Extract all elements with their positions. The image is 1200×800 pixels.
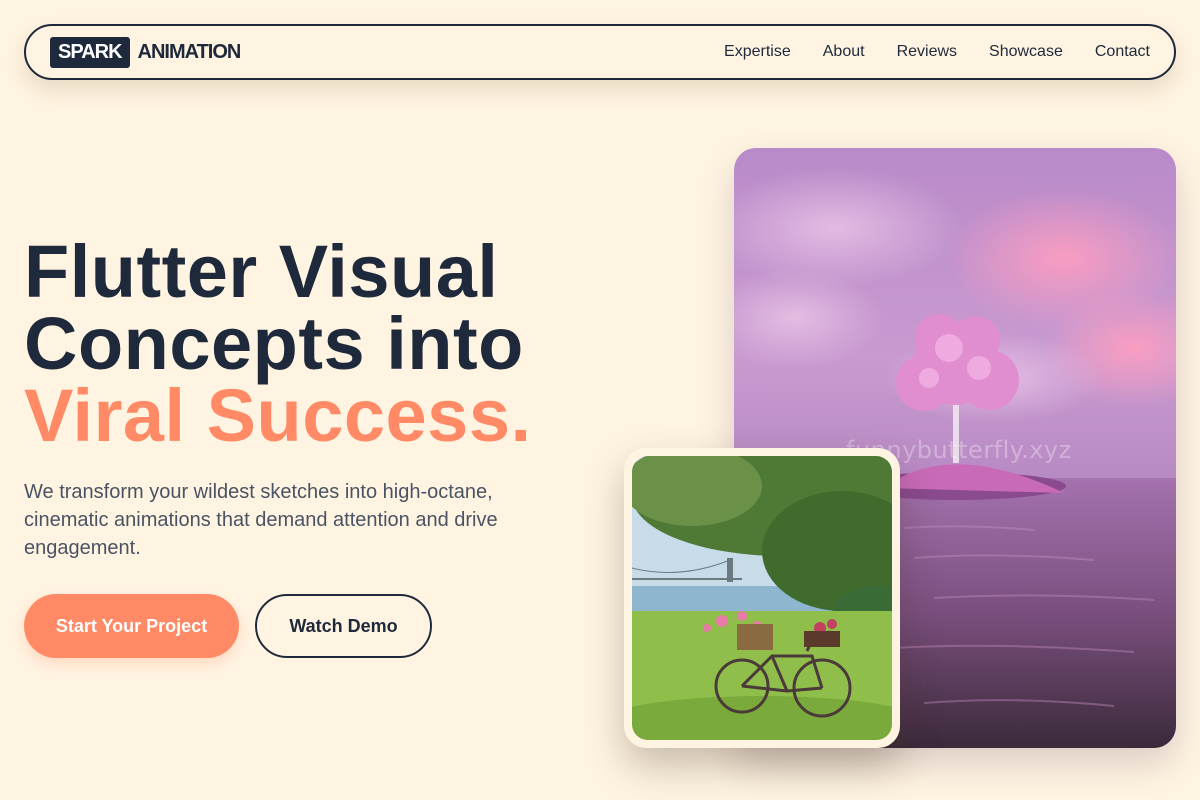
hero-headline: Flutter Visual Concepts into Viral Succe… <box>24 230 584 457</box>
hero-headline-line-1: Flutter Visual <box>24 230 499 313</box>
nav-links: Expertise About Reviews Showcase Contact <box>724 43 1150 61</box>
showcase-secondary-image <box>624 448 900 748</box>
nav-link-contact[interactable]: Contact <box>1095 43 1150 61</box>
start-project-button[interactable]: Start Your Project <box>24 594 239 658</box>
watch-demo-button[interactable]: Watch Demo <box>255 594 432 658</box>
nav-link-expertise[interactable]: Expertise <box>724 43 791 61</box>
nav-link-reviews[interactable]: Reviews <box>897 43 957 61</box>
bicycle-by-river-photo <box>632 456 892 740</box>
hero-subtext: We transform your wildest sketches into … <box>24 481 498 559</box>
hero-headline-line-2: Concepts into <box>24 302 524 385</box>
hero-headline-accent: Viral Success. <box>24 374 532 457</box>
brand-logo-text: ANIMATION <box>137 40 242 63</box>
brand-logo-badge: SPARK <box>50 36 130 68</box>
nav-link-showcase[interactable]: Showcase <box>989 43 1063 61</box>
brand-logo[interactable]: SPARK ANIMATION <box>50 36 242 68</box>
top-navbar: SPARK ANIMATION Expertise About Reviews … <box>24 24 1176 80</box>
nav-link-about[interactable]: About <box>823 43 865 61</box>
